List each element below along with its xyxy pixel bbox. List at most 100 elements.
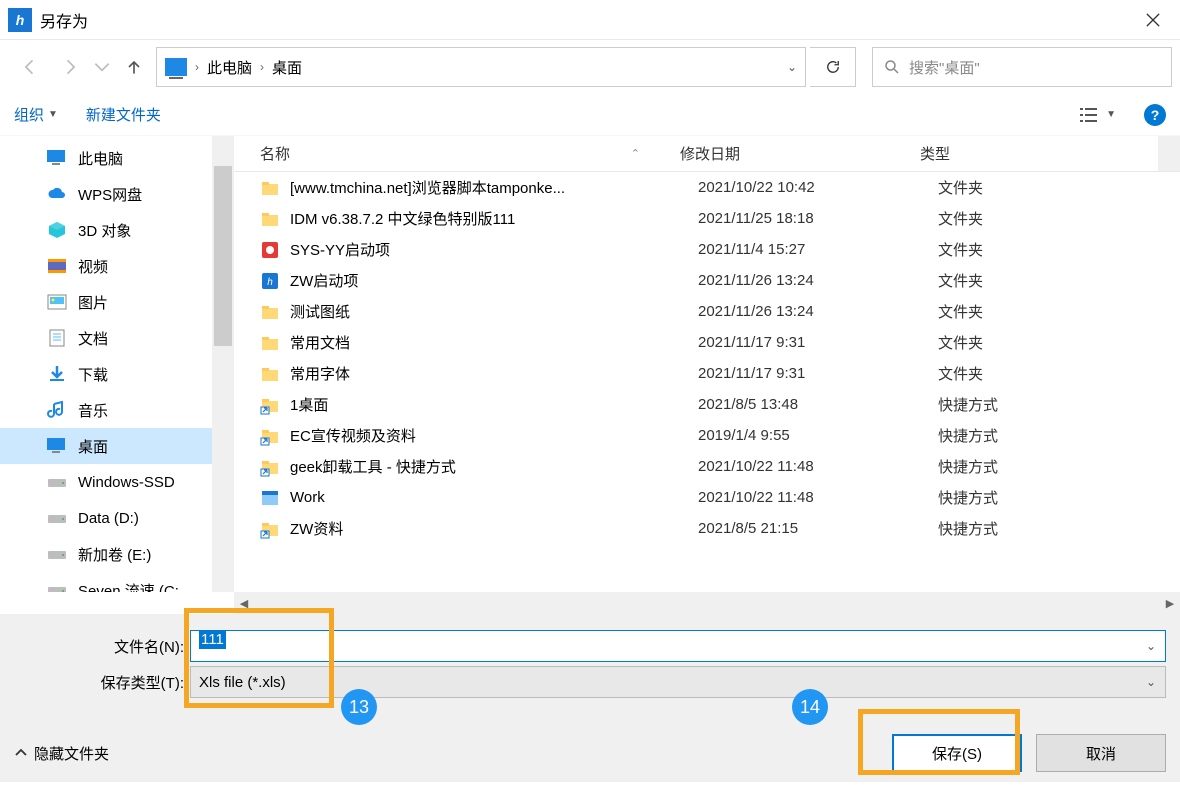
tree-item-label: 桌面 bbox=[78, 436, 108, 457]
folder-icon bbox=[260, 333, 280, 353]
app-blue-icon: h bbox=[260, 271, 280, 291]
folder-icon bbox=[260, 302, 280, 322]
file-name: 常用字体 bbox=[290, 363, 698, 384]
tree-item-label: 新加卷 (E:) bbox=[78, 544, 151, 565]
help-button[interactable]: ? bbox=[1144, 104, 1166, 126]
refresh-button[interactable] bbox=[810, 47, 856, 87]
tree-item[interactable]: 音乐 bbox=[0, 392, 212, 428]
forward-button[interactable] bbox=[52, 49, 88, 85]
back-button[interactable] bbox=[12, 49, 48, 85]
filelist-vscrollbar[interactable] bbox=[1158, 136, 1180, 171]
file-type: 文件夹 bbox=[938, 270, 1180, 291]
tree-item[interactable]: 图片 bbox=[0, 284, 212, 320]
file-name: SYS-YY启动项 bbox=[290, 239, 698, 260]
filelist-hscrollbar[interactable]: ◀ ▶ bbox=[234, 592, 1180, 614]
file-row[interactable]: geek卸载工具 - 快捷方式2021/10/22 11:48快捷方式 bbox=[234, 451, 1180, 482]
chevron-right-icon: › bbox=[260, 60, 264, 74]
file-name: geek卸载工具 - 快捷方式 bbox=[290, 456, 698, 477]
tree-item[interactable]: 此电脑 bbox=[0, 140, 212, 176]
download-icon bbox=[46, 364, 68, 384]
app-icon: h bbox=[8, 8, 32, 32]
tree-item-label: Seven 流速 (C: bbox=[78, 580, 179, 593]
col-type[interactable]: 类型 bbox=[920, 143, 1180, 164]
file-row[interactable]: [www.tmchina.net]浏览器脚本tamponke...2021/10… bbox=[234, 172, 1180, 203]
file-row[interactable]: hZW启动项2021/11/26 13:24文件夹 bbox=[234, 265, 1180, 296]
drive-icon bbox=[46, 580, 68, 592]
folder-icon bbox=[260, 364, 280, 384]
file-type: 文件夹 bbox=[938, 363, 1180, 384]
file-row[interactable]: 常用文档2021/11/17 9:31文件夹 bbox=[234, 327, 1180, 358]
svg-text:h: h bbox=[267, 277, 273, 288]
save-button[interactable]: 保存(S) bbox=[892, 734, 1022, 772]
organize-menu[interactable]: 组织▼ bbox=[14, 104, 58, 125]
tree-item-label: 图片 bbox=[78, 292, 108, 313]
folder-icon bbox=[260, 209, 280, 229]
video-icon bbox=[46, 256, 68, 276]
up-button[interactable] bbox=[116, 49, 152, 85]
file-row[interactable]: SYS-YY启动项2021/11/4 15:27文件夹 bbox=[234, 234, 1180, 265]
search-placeholder: 搜索"桌面" bbox=[909, 57, 980, 78]
desktop-icon bbox=[46, 436, 68, 456]
column-headers[interactable]: 名称⌃ 修改日期 类型 bbox=[234, 136, 1180, 172]
chevron-down-icon[interactable]: ⌄ bbox=[787, 60, 797, 74]
file-row[interactable]: ZW资料2021/8/5 21:15快捷方式 bbox=[234, 513, 1180, 544]
folder-tree[interactable]: 此电脑 WPS网盘 3D 对象视频图片文档下载音乐桌面 Windows-SSDData… bbox=[0, 136, 212, 592]
file-date: 2021/10/22 11:48 bbox=[698, 489, 938, 506]
file-date: 2021/11/26 13:24 bbox=[698, 303, 938, 320]
file-row[interactable]: 常用字体2021/11/17 9:31文件夹 bbox=[234, 358, 1180, 389]
breadcrumb-root[interactable]: 此电脑 bbox=[207, 57, 252, 78]
file-type: 文件夹 bbox=[938, 208, 1180, 229]
tree-item-label: 下载 bbox=[78, 364, 108, 385]
file-row[interactable]: Work2021/10/22 11:48快捷方式 bbox=[234, 482, 1180, 513]
file-row[interactable]: 1桌面2021/8/5 13:48快捷方式 bbox=[234, 389, 1180, 420]
tree-item-label: 视频 bbox=[78, 256, 108, 277]
filename-input[interactable]: 111 bbox=[190, 630, 1166, 662]
breadcrumb-leaf[interactable]: 桌面 bbox=[272, 57, 302, 78]
image-icon bbox=[46, 292, 68, 312]
search-box[interactable]: 搜索"桌面" bbox=[872, 47, 1172, 87]
file-date: 2021/10/22 11:48 bbox=[698, 458, 938, 475]
file-name: IDM v6.38.7.2 中文绿色特别版111 bbox=[290, 208, 698, 229]
tree-item[interactable]: 文档 bbox=[0, 320, 212, 356]
tree-item[interactable]: 视频 bbox=[0, 248, 212, 284]
music-icon bbox=[46, 400, 68, 420]
file-date: 2021/11/17 9:31 bbox=[698, 365, 938, 382]
tree-item[interactable]: 下载 bbox=[0, 356, 212, 392]
app-red-icon bbox=[260, 240, 280, 260]
tree-item[interactable]: WPS网盘 bbox=[0, 176, 212, 212]
sidebar-scrollbar[interactable] bbox=[212, 136, 234, 592]
shortcut-icon bbox=[260, 519, 280, 539]
cancel-button[interactable]: 取消 bbox=[1036, 734, 1166, 772]
close-button[interactable] bbox=[1130, 4, 1176, 36]
new-folder-button[interactable]: 新建文件夹 bbox=[86, 104, 161, 125]
file-row[interactable]: EC宣传视频及资料2019/1/4 9:55快捷方式 bbox=[234, 420, 1180, 451]
history-dropdown[interactable] bbox=[92, 49, 112, 85]
chevron-right-icon: › bbox=[195, 60, 199, 74]
file-type: 快捷方式 bbox=[938, 456, 1180, 477]
tree-item[interactable]: 3D 对象 bbox=[0, 212, 212, 248]
file-type: 文件夹 bbox=[938, 301, 1180, 322]
tree-item-label: 文档 bbox=[78, 328, 108, 349]
tree-item-label: WPS网盘 bbox=[78, 184, 142, 205]
tree-item[interactable]: Data (D:) bbox=[0, 500, 212, 536]
file-date: 2021/8/5 13:48 bbox=[698, 396, 938, 413]
file-row[interactable]: IDM v6.38.7.2 中文绿色特别版1112021/11/25 18:18… bbox=[234, 203, 1180, 234]
file-name: 测试图纸 bbox=[290, 301, 698, 322]
tree-item[interactable]: 新加卷 (E:) bbox=[0, 536, 212, 572]
file-date: 2019/1/4 9:55 bbox=[698, 427, 938, 444]
file-name: 常用文档 bbox=[290, 332, 698, 353]
file-date: 2021/11/17 9:31 bbox=[698, 334, 938, 351]
col-date[interactable]: 修改日期 bbox=[680, 143, 920, 164]
hide-folders-toggle[interactable]: 隐藏文件夹 bbox=[14, 743, 109, 764]
file-row[interactable]: 测试图纸2021/11/26 13:24文件夹 bbox=[234, 296, 1180, 327]
col-name[interactable]: 名称 bbox=[260, 143, 290, 164]
file-list[interactable]: [www.tmchina.net]浏览器脚本tamponke...2021/10… bbox=[234, 172, 1180, 592]
file-date: 2021/11/4 15:27 bbox=[698, 241, 938, 258]
tree-item-label: 音乐 bbox=[78, 400, 108, 421]
tree-item[interactable]: Windows-SSD bbox=[0, 464, 212, 500]
address-bar[interactable]: › 此电脑 › 桌面 ⌄ bbox=[156, 47, 806, 87]
tree-item[interactable]: 桌面 bbox=[0, 428, 212, 464]
tree-item[interactable]: Seven 流速 (C: bbox=[0, 572, 212, 592]
filetype-select[interactable]: Xls file (*.xls) bbox=[190, 666, 1166, 698]
view-options-button[interactable]: ▼ bbox=[1080, 106, 1116, 124]
